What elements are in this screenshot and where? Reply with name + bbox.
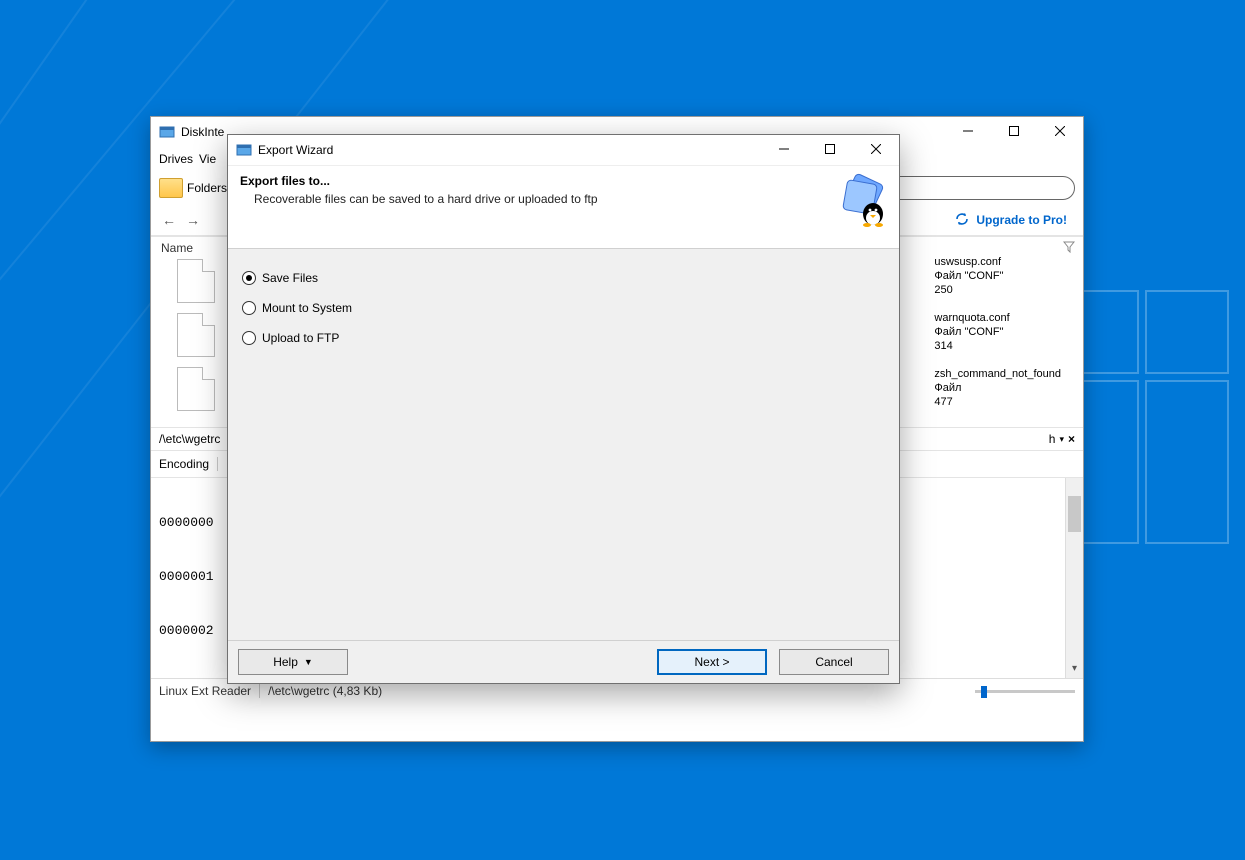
back-icon: ← xyxy=(162,212,176,228)
slider-track[interactable] xyxy=(975,690,1075,693)
toolbar-folders-label[interactable]: Folders xyxy=(187,181,227,195)
dialog-header-title: Export files to... xyxy=(240,174,887,188)
dialog-close-button[interactable] xyxy=(853,135,899,165)
window-app-icon xyxy=(159,124,175,140)
refresh-icon xyxy=(954,211,970,230)
encoding-label: Encoding xyxy=(159,457,209,471)
filter-icon xyxy=(1063,241,1075,256)
minimize-icon xyxy=(779,143,789,157)
file-name: warnquota.conf xyxy=(934,311,1061,325)
h-label: h xyxy=(1049,432,1056,446)
file-icon[interactable] xyxy=(177,259,215,303)
dialog-app-icon xyxy=(236,142,252,158)
dialog-titlebar[interactable]: Export Wizard xyxy=(228,135,899,166)
minimize-icon xyxy=(963,125,973,139)
scroll-down-icon[interactable]: ▾ xyxy=(1066,661,1083,678)
nav-back-button[interactable]: ← xyxy=(157,208,181,232)
maximize-icon xyxy=(1009,125,1019,139)
forward-icon: → xyxy=(186,212,200,228)
file-icon[interactable] xyxy=(177,313,215,357)
status-path: /\etc\wgetrc (4,83 Kb) xyxy=(268,684,382,698)
menu-drives[interactable]: Drives xyxy=(159,152,193,166)
file-size: 477 xyxy=(934,395,1061,409)
file-size: 314 xyxy=(934,339,1061,353)
help-label: Help xyxy=(273,655,298,669)
filter-button[interactable] xyxy=(1059,239,1079,257)
column-header-name[interactable]: Name xyxy=(157,239,225,257)
radio-icon xyxy=(242,301,256,315)
file-icon[interactable] xyxy=(177,367,215,411)
export-wizard-dialog: Export Wizard Export files to... Recover… xyxy=(227,134,900,684)
radio-mount-system[interactable]: Mount to System xyxy=(242,301,885,315)
list-item[interactable]: zsh_command_not_found Файл 477 xyxy=(934,367,1061,409)
folders-icon xyxy=(159,178,183,198)
maximize-icon xyxy=(825,143,835,157)
scrollbar-thumb[interactable] xyxy=(1068,496,1081,532)
next-button[interactable]: Next > xyxy=(657,649,767,675)
status-left: Linux Ext Reader xyxy=(159,684,251,698)
dialog-title: Export Wizard xyxy=(258,143,333,157)
file-name: uswsusp.conf xyxy=(934,255,1061,269)
close-icon xyxy=(871,143,881,157)
radio-label: Save Files xyxy=(262,271,318,285)
wizard-logo-icon xyxy=(835,172,891,228)
file-type: Файл "CONF" xyxy=(934,325,1061,339)
slider-thumb[interactable] xyxy=(981,686,987,698)
help-button[interactable]: Help ▼ xyxy=(238,649,348,675)
cancel-button[interactable]: Cancel xyxy=(779,649,889,675)
dialog-body: Save Files Mount to System Upload to FTP xyxy=(228,249,899,640)
dialog-header: Export files to... Recoverable files can… xyxy=(228,166,899,249)
hex-scrollbar[interactable]: ▴ ▾ xyxy=(1065,478,1083,678)
main-window-title: DiskInte xyxy=(181,125,224,139)
chevron-down-icon: ▼ xyxy=(304,657,313,667)
radio-label: Upload to FTP xyxy=(262,331,339,345)
chevron-down-icon[interactable]: ▾ xyxy=(1059,434,1064,445)
radio-icon xyxy=(242,331,256,345)
right-file-list: uswsusp.conf Файл "CONF" 250 warnquota.c… xyxy=(934,255,1061,423)
main-close-button[interactable] xyxy=(1037,117,1083,147)
nav-forward-button[interactable]: → xyxy=(181,208,205,232)
close-panel-button[interactable]: × xyxy=(1068,432,1075,446)
upgrade-link[interactable]: Upgrade to Pro! xyxy=(954,211,1067,230)
radio-upload-ftp[interactable]: Upload to FTP xyxy=(242,331,885,345)
file-size: 250 xyxy=(934,283,1061,297)
radio-label: Mount to System xyxy=(262,301,352,315)
file-type: Файл "CONF" xyxy=(934,269,1061,283)
file-type: Файл xyxy=(934,381,1061,395)
cancel-label: Cancel xyxy=(815,655,852,669)
dialog-minimize-button[interactable] xyxy=(761,135,807,165)
dialog-footer: Help ▼ Next > Cancel xyxy=(228,640,899,683)
zoom-slider[interactable] xyxy=(975,690,1075,693)
list-item[interactable]: uswsusp.conf Файл "CONF" 250 xyxy=(934,255,1061,297)
radio-save-files[interactable]: Save Files xyxy=(242,271,885,285)
close-icon xyxy=(1055,125,1065,139)
radio-icon xyxy=(242,271,256,285)
list-item[interactable]: warnquota.conf Файл "CONF" 314 xyxy=(934,311,1061,353)
dialog-header-sub: Recoverable files can be saved to a hard… xyxy=(254,192,887,206)
main-maximize-button[interactable] xyxy=(991,117,1037,147)
dialog-maximize-button[interactable] xyxy=(807,135,853,165)
file-name: zsh_command_not_found xyxy=(934,367,1061,381)
next-label: Next > xyxy=(694,655,729,669)
current-path: /\etc\wgetrc xyxy=(159,432,220,446)
menu-view[interactable]: Vie xyxy=(199,152,216,166)
file-icon-stack xyxy=(177,259,215,421)
upgrade-label: Upgrade to Pro! xyxy=(976,213,1067,227)
main-minimize-button[interactable] xyxy=(945,117,991,147)
